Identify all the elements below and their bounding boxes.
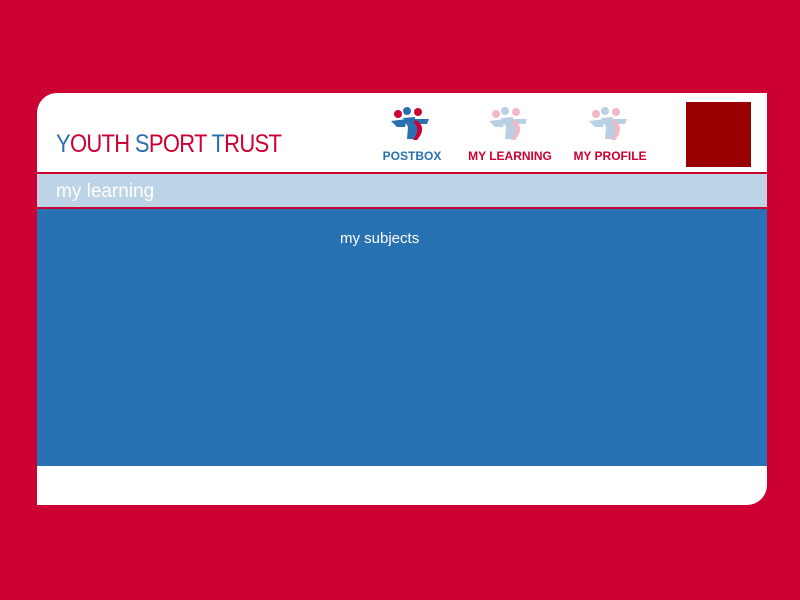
nav-postbox[interactable]: POSTBOX <box>377 105 447 167</box>
header: YOUTH SPORT TRUST POSTBOX MY LEARNING MY… <box>37 93 767 172</box>
content-panel: my subjects <box>37 209 767 466</box>
nav-postbox-label: POSTBOX <box>382 149 442 163</box>
nav-my-learning-label: MY LEARNING <box>468 149 552 163</box>
main-card: YOUTH SPORT TRUST POSTBOX MY LEARNING MY… <box>37 93 767 505</box>
my-subjects-link[interactable]: my subjects <box>340 230 419 248</box>
people-group-icon <box>489 107 527 140</box>
page-title: my learning <box>56 181 155 202</box>
nav-my-profile-label: MY PROFILE <box>573 149 647 163</box>
youth-sport-trust-logo: YOUTH SPORT TRUST <box>56 130 282 158</box>
avatar <box>686 102 751 167</box>
nav-my-profile[interactable]: MY PROFILE <box>569 105 651 167</box>
people-group-icon <box>391 107 429 140</box>
section-header-bar: my learning <box>37 174 767 207</box>
people-group-icon <box>589 107 627 140</box>
nav-my-learning[interactable]: MY LEARNING <box>463 105 557 167</box>
